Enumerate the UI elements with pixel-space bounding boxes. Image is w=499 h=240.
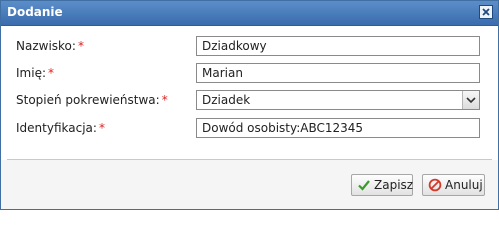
save-button[interactable]: Zapisz — [351, 174, 413, 196]
checkmark-icon — [358, 180, 370, 191]
required-marker: * — [48, 66, 54, 80]
form-row-relationship: Stopień pokrewieństwa: * Dziadek — [7, 90, 492, 110]
dropdown-button[interactable] — [462, 91, 479, 109]
chevron-down-icon — [466, 97, 476, 104]
close-icon — [482, 8, 490, 16]
dialog-titlebar[interactable]: Dodanie — [1, 1, 498, 26]
identification-input[interactable]: Dowód osobisty:ABC12345 — [196, 118, 480, 138]
add-dialog: Dodanie Nazwisko: * Dziadkowy Imię: * Mari… — [0, 0, 499, 210]
required-marker: * — [161, 93, 168, 107]
surname-input[interactable]: Dziadkowy — [196, 36, 480, 56]
first-name-input[interactable]: Marian — [196, 63, 480, 83]
surname-label: Nazwisko: * — [16, 39, 84, 53]
save-button-label: Zapisz — [374, 178, 414, 192]
form-row-surname: Nazwisko: * Dziadkowy — [7, 36, 492, 56]
relationship-select-value: Dziadek — [202, 93, 251, 107]
dialog-title: Dodanie — [7, 5, 63, 19]
first-name-label: Imię: * — [16, 66, 54, 80]
form-area: Nazwisko: * Dziadkowy Imię: * Marian Stopi… — [7, 26, 492, 158]
close-button[interactable] — [479, 5, 493, 19]
form-row-identification: Identyfikacja: * Dowód osobisty:ABC12345 — [7, 118, 492, 138]
form-row-first-name: Imię: * Marian — [7, 63, 492, 83]
relationship-label: Stopień pokrewieństwa: * — [16, 93, 168, 107]
cancel-button[interactable]: Anuluj — [422, 174, 485, 196]
identification-label: Identyfikacja: * — [16, 121, 105, 135]
cancel-icon — [428, 178, 442, 192]
required-marker: * — [98, 121, 105, 135]
relationship-select[interactable]: Dziadek — [196, 90, 480, 110]
dialog-footer: Zapisz Anuluj — [1, 160, 498, 209]
cancel-button-label: Anuluj — [445, 178, 483, 192]
required-marker: * — [77, 39, 84, 53]
